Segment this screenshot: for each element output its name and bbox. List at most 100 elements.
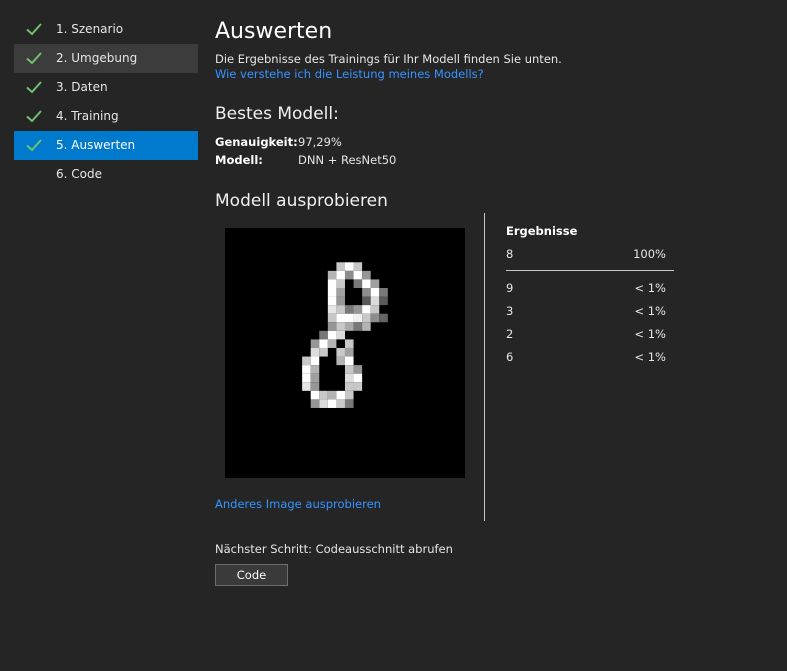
digit-pixel xyxy=(370,287,380,297)
digit-pixel xyxy=(310,365,320,374)
digit-pixel xyxy=(344,365,354,374)
page-title: Auswerten xyxy=(215,19,333,44)
accuracy-value: 97,29% xyxy=(298,135,342,149)
digit-pixel xyxy=(353,382,363,391)
step-data[interactable]: 3. Daten xyxy=(14,73,198,102)
digit-pixel xyxy=(310,339,320,348)
result-label: 6 xyxy=(506,350,514,364)
result-row: 6 < 1% xyxy=(506,350,666,366)
digit-pixel xyxy=(353,365,363,374)
digit-pixel xyxy=(319,390,328,400)
digit-pixel xyxy=(362,322,371,331)
step-environment[interactable]: 2. Umgebung xyxy=(14,44,198,73)
result-label: 2 xyxy=(506,327,514,341)
digit-pixel xyxy=(336,356,345,366)
accuracy-row: Genauigkeit:97,29% xyxy=(215,135,342,149)
digit-pixel xyxy=(336,305,345,314)
digit-pixel xyxy=(353,270,363,280)
check-icon xyxy=(26,110,42,123)
code-button[interactable]: Code xyxy=(215,564,288,586)
digit-pixel xyxy=(310,356,320,366)
digit-pixel xyxy=(310,382,320,391)
check-icon xyxy=(26,81,42,94)
results-title: Ergebnisse xyxy=(506,224,578,238)
main-panel: Auswerten Die Ergebnisse des Trainings f… xyxy=(215,0,775,671)
result-label: 8 xyxy=(506,247,514,261)
result-percent: < 1% xyxy=(634,304,666,318)
digit-pixel xyxy=(344,262,354,271)
check-icon xyxy=(26,52,42,65)
digit-pixel xyxy=(344,382,354,391)
digit-pixel xyxy=(310,373,320,383)
model-row: Modell: DNN + ResNet50 xyxy=(215,153,396,167)
digit-pixel xyxy=(327,279,337,288)
best-model-title: Bestes Modell: xyxy=(215,104,339,124)
step-label: 1. Szenario xyxy=(56,22,124,36)
digit-pixel xyxy=(344,305,354,314)
check-icon xyxy=(26,23,42,36)
digit-pixel xyxy=(336,279,345,288)
digit-pixel xyxy=(362,305,371,314)
digit-pixel xyxy=(319,339,328,348)
digit-pixel xyxy=(344,390,354,400)
digit-pixel xyxy=(302,356,311,366)
intro-text: Die Ergebnisse des Trainings für Ihr Mod… xyxy=(215,52,562,66)
digit-pixel xyxy=(362,287,371,297)
result-percent: < 1% xyxy=(634,327,666,341)
digit-pixel xyxy=(353,262,363,271)
digit-pixel xyxy=(327,390,337,400)
digit-pixel xyxy=(336,287,345,297)
digit-pixel xyxy=(327,399,337,408)
digit-pixel xyxy=(336,390,345,400)
digit-pixel xyxy=(344,373,354,383)
digit-pixel xyxy=(370,305,380,314)
result-label: 9 xyxy=(506,281,514,295)
digit-pixel xyxy=(362,279,371,288)
results-divider xyxy=(506,270,674,271)
digit-pixel xyxy=(327,270,337,280)
model-value: DNN + ResNet50 xyxy=(298,153,397,167)
digit-pixel xyxy=(353,305,363,314)
digit-pixel xyxy=(327,313,337,323)
model-label: Modell: xyxy=(215,153,263,167)
result-row-top: 8 100% xyxy=(506,247,666,263)
digit-pixel xyxy=(362,313,371,323)
digit-pixel xyxy=(362,296,371,306)
step-scenario[interactable]: 1. Szenario xyxy=(14,15,198,44)
digit-pixel xyxy=(336,296,345,306)
digit-pixel xyxy=(344,339,354,348)
result-label: 3 xyxy=(506,304,514,318)
vertical-divider xyxy=(484,213,485,521)
digit-image-preview xyxy=(225,228,465,478)
step-label: 5. Auswerten xyxy=(56,138,136,152)
digit-pixel xyxy=(327,330,337,340)
digit-pixel xyxy=(362,270,371,280)
handwritten-digit-image xyxy=(302,262,388,408)
digit-pixel xyxy=(379,287,388,297)
step-code[interactable]: 6. Code xyxy=(14,160,198,189)
digit-pixel xyxy=(327,322,337,331)
help-link[interactable]: Wie verstehe ich die Leistung meines Mod… xyxy=(215,67,484,81)
digit-pixel xyxy=(319,347,328,357)
result-row: 9 < 1% xyxy=(506,281,666,297)
digit-pixel xyxy=(336,270,345,280)
digit-pixel xyxy=(353,322,363,331)
digit-pixel xyxy=(302,365,311,374)
try-other-image-link[interactable]: Anderes Image ausprobieren xyxy=(215,497,381,511)
step-evaluate[interactable]: 5. Auswerten xyxy=(14,131,198,160)
digit-pixel xyxy=(353,373,363,383)
step-training[interactable]: 4. Training xyxy=(14,102,198,131)
digit-pixel xyxy=(379,313,388,323)
step-label: 3. Daten xyxy=(56,80,108,94)
check-icon xyxy=(26,139,42,152)
digit-pixel xyxy=(319,330,328,340)
digit-pixel xyxy=(344,399,354,408)
digit-pixel xyxy=(302,382,311,391)
wizard-sidebar: 1. Szenario 2. Umgebung 3. Daten 4. Trai… xyxy=(14,15,198,189)
digit-pixel xyxy=(370,296,380,306)
digit-pixel xyxy=(370,279,380,288)
digit-pixel xyxy=(336,262,345,271)
digit-pixel xyxy=(327,296,337,306)
digit-pixel xyxy=(344,322,354,331)
digit-pixel xyxy=(344,313,354,323)
